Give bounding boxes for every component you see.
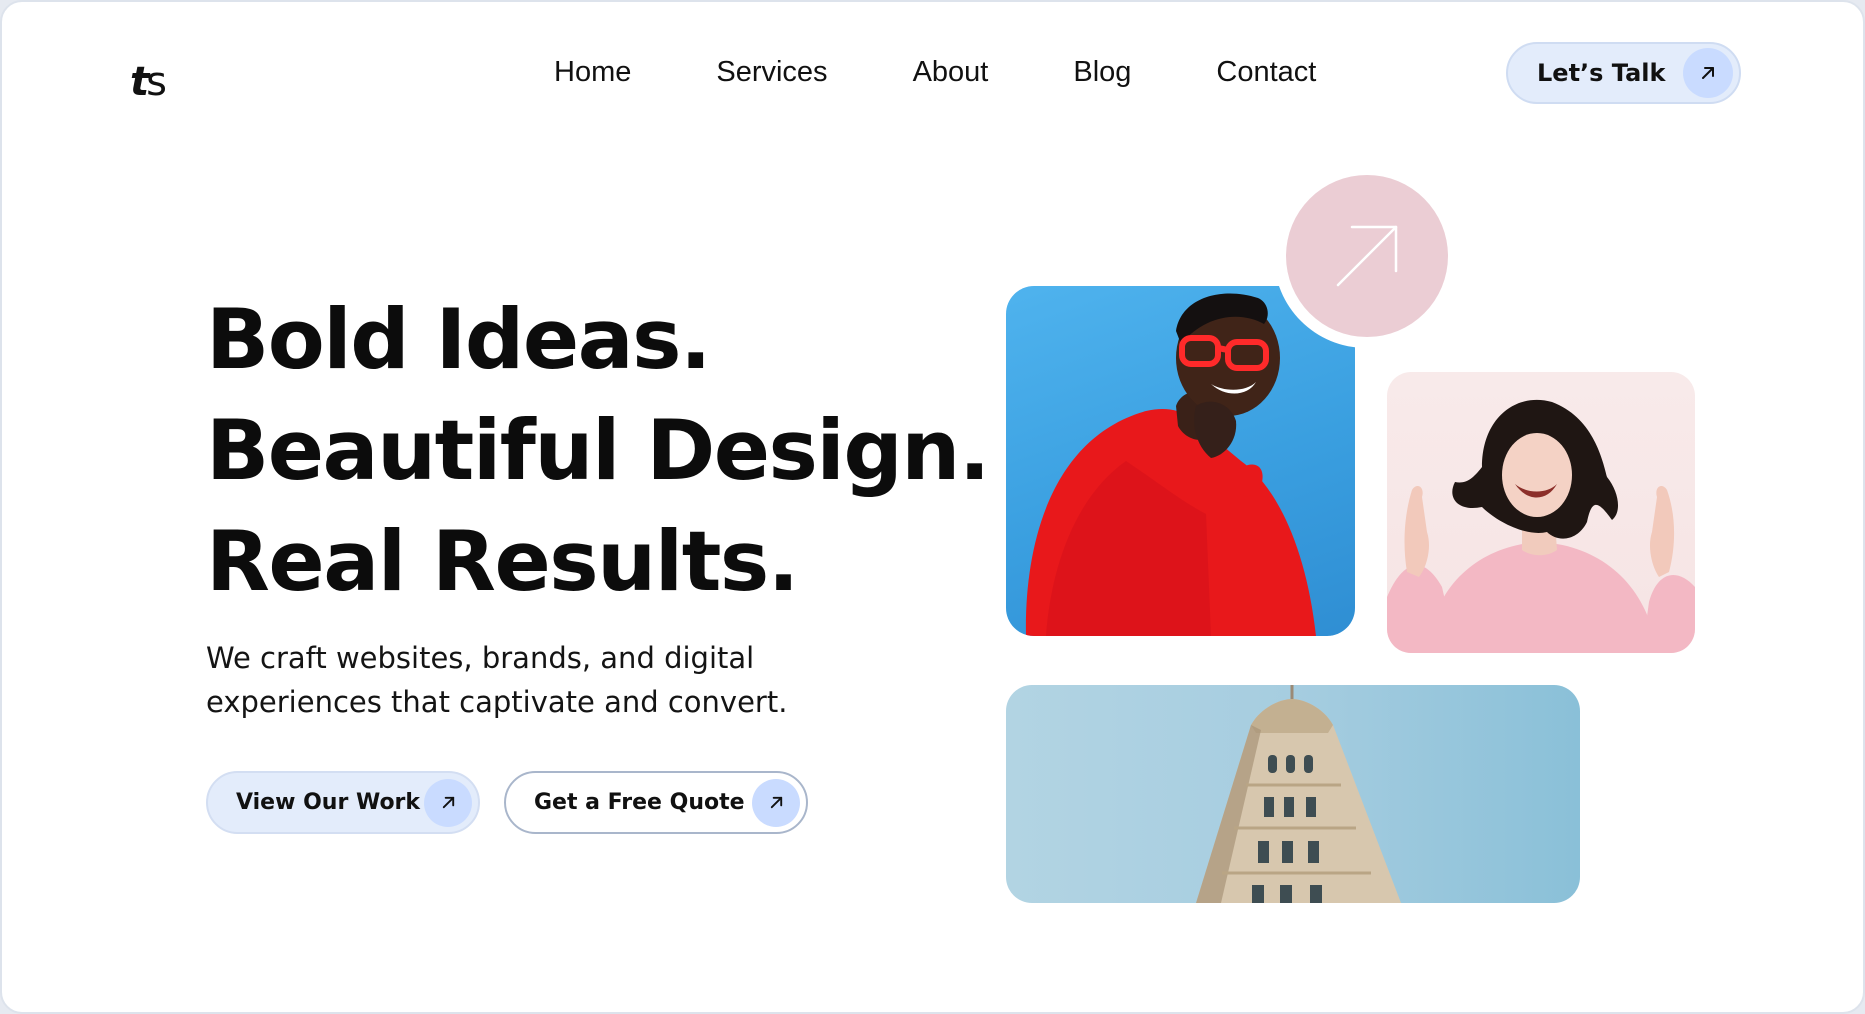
hero-subtitle-line-1: We craft websites, brands, and digital [206, 641, 755, 675]
lets-talk-label: Let’s Talk [1537, 59, 1666, 87]
nav-link-contact[interactable]: Contact [1216, 56, 1316, 89]
logo-letter-s: s [146, 59, 167, 105]
hero-headline-line-1: Bold Ideas. [206, 291, 712, 388]
hero-subtitle: We craft websites, brands, and digital e… [206, 636, 846, 724]
hero-headline-line-2: Beautiful Design. [206, 402, 990, 499]
lets-talk-button[interactable]: Let’s Talk [1506, 42, 1741, 104]
arrow-up-right-icon [1336, 225, 1398, 287]
view-our-work-button[interactable]: View Our Work [206, 771, 480, 834]
get-free-quote-label: Get a Free Quote [534, 790, 745, 815]
accent-arrow-circle[interactable] [1286, 175, 1448, 337]
main-nav: Home Services About Blog Contact [554, 50, 1316, 94]
building-facade-photo [1006, 685, 1580, 903]
laughing-woman-photo [1387, 372, 1695, 653]
nav-link-about[interactable]: About [913, 56, 989, 89]
landing-page: ts Home Services About Blog Contact Let’… [0, 0, 1865, 1014]
arrow-up-right-icon [752, 778, 800, 827]
man-in-red-sweater-photo [1006, 286, 1355, 636]
arrow-up-right-icon [1683, 48, 1733, 98]
hero-headline: Bold Ideas. Beautiful Design. Real Resul… [206, 284, 990, 617]
view-our-work-label: View Our Work [236, 790, 421, 815]
get-free-quote-button[interactable]: Get a Free Quote [504, 771, 808, 834]
hero-subtitle-line-2: experiences that captivate and convert. [206, 685, 788, 719]
nav-link-services[interactable]: Services [716, 56, 827, 89]
brand-logo[interactable]: ts [130, 58, 167, 106]
logo-letter-t: t [130, 59, 149, 105]
nav-link-home[interactable]: Home [554, 56, 631, 89]
arrow-up-right-icon [424, 778, 472, 827]
hero-headline-line-3: Real Results. [206, 513, 799, 610]
nav-link-blog[interactable]: Blog [1073, 56, 1131, 89]
